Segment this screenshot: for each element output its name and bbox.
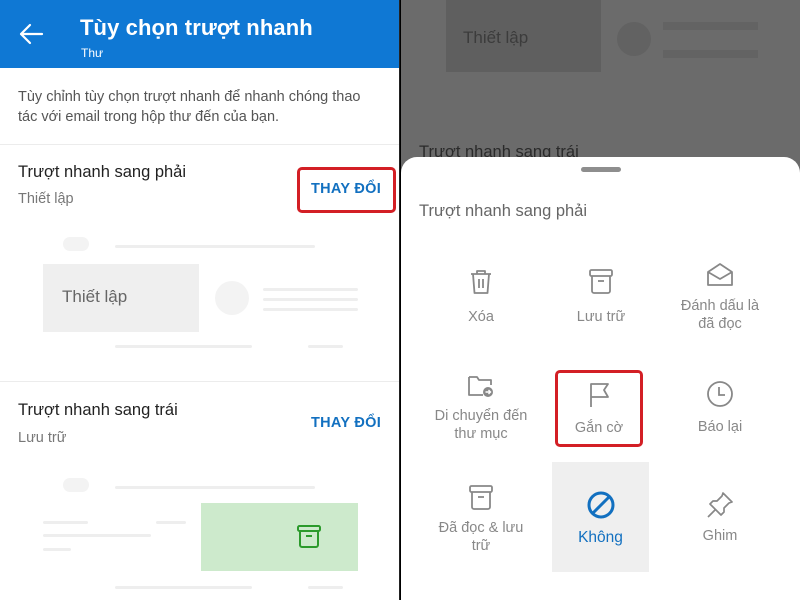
option-none[interactable]: Không	[552, 462, 649, 572]
swipe-options-screen: Tùy chọn trượt nhanh Thư Tùy chỉnh tùy c…	[0, 0, 400, 600]
option-label: Đánh dấu là đã đọc	[680, 298, 760, 332]
option-label: Báo lại	[697, 419, 743, 435]
background-avatar	[617, 22, 651, 56]
page-subtitle: Thư	[81, 46, 104, 60]
option-read-and-archive[interactable]: Đã đọc & lưu trữ	[432, 483, 530, 555]
prohibited-icon	[587, 491, 614, 519]
swipe-action-picker-screen: Thiết lập Trượt nhanh sang trái Trượt nh…	[401, 0, 800, 600]
clock-icon	[707, 381, 733, 407]
option-label: Di chuyển đến thư mục	[434, 408, 528, 442]
swipe-preview	[43, 472, 358, 600]
option-snooze[interactable]: Báo lại	[671, 379, 769, 436]
flag-icon	[590, 383, 609, 407]
section-value: Lưu trữ	[18, 430, 67, 446]
option-label: Không	[578, 529, 623, 546]
folder-move-icon	[468, 376, 493, 397]
sheet-title: Trượt nhanh sang phải	[419, 202, 588, 220]
pin-icon	[707, 492, 733, 518]
arrow-left-icon[interactable]	[18, 22, 44, 46]
section-title: Trượt nhanh sang phải	[18, 163, 187, 181]
change-button[interactable]: THAY ĐỔI	[311, 181, 381, 197]
archive-icon	[469, 485, 493, 510]
option-label: Đã đọc & lưu trữ	[438, 520, 524, 554]
app-bar: Tùy chọn trượt nhanh Thư	[0, 0, 399, 68]
swipe-action-area: Thiết lập	[43, 264, 199, 332]
swipe-right-section: Trượt nhanh sang phải Thiết lập THAY ĐỔI…	[0, 145, 399, 381]
option-delete[interactable]: Xóa	[432, 267, 530, 326]
section-value: Thiết lập	[18, 191, 74, 207]
drag-handle[interactable]	[581, 167, 621, 172]
archive-icon	[589, 269, 613, 294]
option-label: Xóa	[468, 309, 494, 325]
swipe-action-label: Thiết lập	[62, 287, 128, 306]
change-button[interactable]: THAY ĐỔI	[311, 415, 381, 431]
bottom-sheet: Trượt nhanh sang phải Xóa Lưu trữ Đánh d…	[401, 157, 800, 600]
option-flag[interactable]: Gắn cờ	[555, 370, 643, 447]
swipe-action-area	[201, 503, 358, 571]
option-label: Gắn cờ	[574, 420, 624, 436]
option-mark-read[interactable]: Đánh dấu là đã đọc	[671, 260, 769, 333]
description: Tùy chỉnh tùy chọn trượt nhanh để nhanh …	[18, 89, 361, 125]
option-archive[interactable]: Lưu trữ	[552, 267, 650, 326]
envelope-open-icon	[707, 263, 733, 286]
option-label: Lưu trữ	[576, 309, 626, 325]
option-move-to-folder[interactable]: Di chuyển đến thư mục	[432, 371, 530, 443]
option-label: Ghim	[702, 528, 738, 544]
option-pin[interactable]: Ghim	[671, 490, 769, 545]
section-title: Trượt nhanh sang trái	[18, 401, 178, 419]
background-line	[663, 22, 758, 30]
trash-icon	[471, 270, 491, 294]
page-title: Tùy chọn trượt nhanh	[80, 15, 313, 40]
archive-icon	[297, 525, 321, 548]
background-line	[663, 50, 758, 58]
background-preview-label: Thiết lập	[463, 28, 529, 47]
swipe-preview: Thiết lập	[43, 233, 358, 353]
swipe-left-section: Trượt nhanh sang trái Lưu trữ THAY ĐỔI	[0, 382, 399, 600]
